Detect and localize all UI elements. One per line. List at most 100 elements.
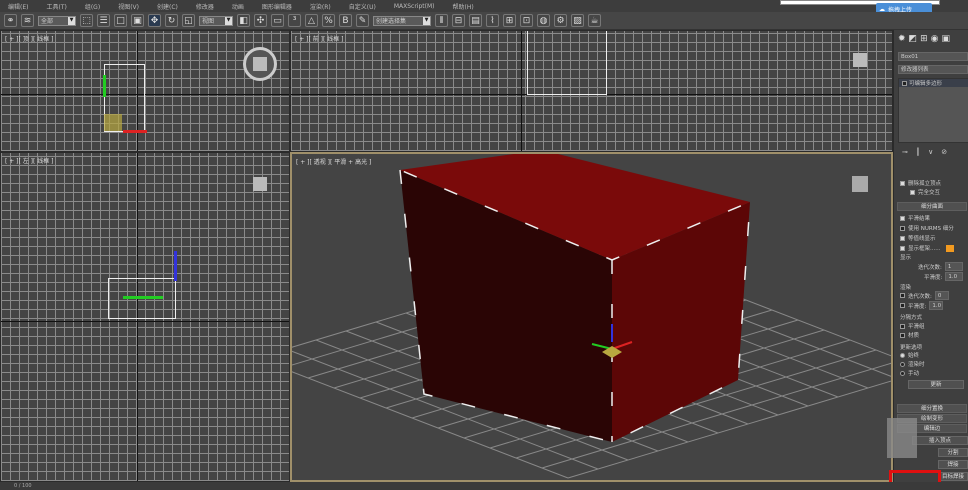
target-weld-button[interactable]: 目标焊接 <box>938 472 968 481</box>
viewport-label[interactable]: [ + ][ 透视 ][ 平滑 + 高光 ] <box>296 157 371 166</box>
update-button[interactable]: 更新 <box>908 380 964 389</box>
object-name-field[interactable]: Box01 <box>898 52 968 61</box>
display-tab-icon[interactable]: ▣ <box>941 34 950 44</box>
mirror-icon[interactable]: ⫴ <box>435 14 448 27</box>
gizmo-plane <box>104 114 122 131</box>
perspective-scene <box>292 154 891 479</box>
weld-button[interactable]: 焊接 <box>938 460 968 469</box>
select-object-icon[interactable]: ⬚ <box>80 14 93 27</box>
stack-item[interactable]: 可编辑多边形 <box>899 79 968 87</box>
render-frame-icon[interactable]: ▨ <box>571 14 584 27</box>
percent-snap-icon[interactable]: % <box>322 14 335 27</box>
show-end-result-icon[interactable]: ┃ <box>916 148 920 156</box>
when-rendering-radio[interactable] <box>900 361 905 367</box>
remove-modifier-icon[interactable]: ⊘ <box>941 148 947 156</box>
y-axis-arrow <box>103 75 106 97</box>
spinner-snap-icon[interactable]: B <box>339 14 352 27</box>
subdivision-displacement-rollout[interactable]: 细分置换 <box>897 404 967 413</box>
z-axis-arrow <box>174 251 177 281</box>
menu-modifiers[interactable]: 修改器 <box>196 2 214 11</box>
manipulate-icon[interactable]: ✣ <box>254 14 267 27</box>
rotate-icon[interactable]: ↻ <box>165 14 178 27</box>
render-setup-icon[interactable]: ⚙ <box>554 14 567 27</box>
subdivision-rollout-header[interactable]: 细分曲面 <box>897 202 967 211</box>
align-icon[interactable]: ⊟ <box>452 14 465 27</box>
viewcube-icon[interactable] <box>253 177 267 191</box>
use-nurms-checkbox[interactable] <box>900 225 905 231</box>
motion-tab-icon[interactable]: ◉ <box>931 34 939 44</box>
render-teapot-icon[interactable]: ☕ <box>588 14 601 27</box>
move-icon[interactable]: ✥ <box>148 14 161 27</box>
reference-coord-dropdown[interactable]: 视图 ▼ <box>199 15 233 26</box>
chevron-down-icon: ▼ <box>423 16 430 25</box>
time-slider[interactable]: 0 / 100 <box>0 482 968 490</box>
snap-icon[interactable]: ³ <box>288 14 301 27</box>
link-icon[interactable]: ⚭ <box>4 14 17 27</box>
render-smoothness-spinner[interactable]: 1.0 <box>929 301 944 310</box>
curve-editor-icon[interactable]: ⌇ <box>486 14 499 27</box>
viewcube-icon[interactable] <box>853 53 867 67</box>
menu-help[interactable]: 帮助(H) <box>453 2 474 11</box>
viewcube-icon[interactable] <box>243 47 277 81</box>
menu-maxscript[interactable]: MAXScript(M) <box>394 3 435 10</box>
show-cage-checkbox[interactable] <box>900 245 905 251</box>
smooth-result-checkbox[interactable] <box>900 215 905 221</box>
named-selection-dropdown[interactable]: 创建选择集 ▼ <box>373 15 431 26</box>
pivot-icon[interactable]: ◧ <box>237 14 250 27</box>
selection-filter-dropdown[interactable]: 全部 ▼ <box>38 15 76 26</box>
modify-tab-icon[interactable]: ◩ <box>909 34 918 44</box>
viewport-label[interactable]: [ + ][ 左 ][ 线框 ] <box>5 156 54 165</box>
chevron-down-icon: ▼ <box>225 16 232 25</box>
menu-create[interactable]: 创建(C) <box>157 2 178 11</box>
manually-radio[interactable] <box>900 370 905 376</box>
menu-rendering[interactable]: 渲染(R) <box>310 2 331 11</box>
smoothness-spinner[interactable]: 1.0 <box>945 272 964 281</box>
render-smoothness-checkbox[interactable] <box>900 303 905 308</box>
keyboard-shortcut-icon[interactable]: ▭ <box>271 14 284 27</box>
viewport-label[interactable]: [ + ][ 前 ][ 线框 ] <box>295 34 344 43</box>
scale-icon[interactable]: ◱ <box>182 14 195 27</box>
cage-color-swatch[interactable] <box>945 244 954 252</box>
menu-tools[interactable]: 工具(T) <box>46 2 66 11</box>
create-tab-icon[interactable]: ✹ <box>898 34 906 44</box>
menu-views[interactable]: 视图(V) <box>118 2 139 11</box>
rect-selection-icon[interactable]: □ <box>114 14 127 27</box>
menu-group[interactable]: 组(G) <box>85 2 100 11</box>
delete-isolated-checkbox[interactable] <box>900 180 905 186</box>
schematic-view-icon[interactable]: ⊞ <box>503 14 516 27</box>
menu-animation[interactable]: 动画 <box>232 2 244 11</box>
viewport-top[interactable]: [ + ][ 顶 ][ 线框 ] <box>0 30 290 152</box>
chevron-down-icon: ▼ <box>68 16 75 25</box>
viewport-left[interactable]: [ + ][ 左 ][ 线框 ] <box>0 152 290 482</box>
select-by-name-icon[interactable]: ☰ <box>97 14 110 27</box>
material-ball-icon[interactable]: ◍ <box>537 14 550 27</box>
unlink-icon[interactable]: ≋ <box>21 14 34 27</box>
menu-edit[interactable]: 编辑(E) <box>8 2 28 11</box>
viewport-label[interactable]: [ + ][ 顶 ][ 线框 ] <box>5 34 54 43</box>
viewport-front[interactable]: [ + ][ 前 ][ 线框 ] <box>290 30 893 152</box>
viewport-perspective[interactable]: [ + ][ 透视 ][ 平滑 + 高光 ] <box>290 152 893 482</box>
menu-customize[interactable]: 自定义(U) <box>349 2 376 11</box>
pin-stack-icon[interactable]: ⊸ <box>902 148 908 156</box>
layer-icon[interactable]: ▤ <box>469 14 482 27</box>
always-radio[interactable] <box>900 352 905 358</box>
render-iterations-checkbox[interactable] <box>900 293 905 298</box>
edit-named-selection-icon[interactable]: ✎ <box>356 14 369 27</box>
full-interactivity-checkbox[interactable] <box>910 189 915 195</box>
window-crossing-icon[interactable]: ▣ <box>131 14 144 27</box>
smoothing-groups-checkbox[interactable] <box>900 323 905 329</box>
insert-vertex-button[interactable]: 插入顶点 <box>912 436 968 445</box>
make-unique-icon[interactable]: ∨ <box>928 148 933 156</box>
hierarchy-tab-icon[interactable]: ⊞ <box>920 34 928 44</box>
angle-snap-icon[interactable]: △ <box>305 14 318 27</box>
render-iterations-spinner[interactable]: 0 <box>934 291 949 300</box>
modifier-list-dropdown[interactable]: 修改器列表 <box>898 65 968 74</box>
menu-graph-editors[interactable]: 图形编辑器 <box>262 2 292 11</box>
isoline-checkbox[interactable] <box>900 235 905 241</box>
material-editor-icon[interactable]: ⊡ <box>520 14 533 27</box>
iterations-spinner[interactable]: 1 <box>944 262 963 271</box>
viewcube-icon <box>852 176 868 192</box>
main-toolbar: ⚭ ≋ 全部 ▼ ⬚ ☰ □ ▣ ✥ ↻ ◱ 视图 ▼ ◧ ✣ ▭ ³ △ % B … <box>0 12 968 30</box>
materials-checkbox[interactable] <box>900 332 905 338</box>
split-button[interactable]: 分割 <box>938 448 968 457</box>
